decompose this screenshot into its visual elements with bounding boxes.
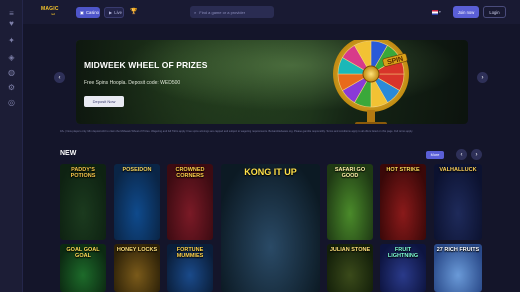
- game-title: HOT STRIKE: [386, 167, 420, 173]
- settings-icon[interactable]: ⚙: [6, 82, 17, 93]
- game-title: SAFARI GO GOOD: [334, 167, 366, 179]
- trophy-icon[interactable]: 🏆: [130, 8, 137, 15]
- game-title: FORTUNE MUMMIES: [176, 247, 204, 259]
- top-header: MAGIC red ▣ Casino ▶ Live 🏆 ⌕ Find a gam…: [23, 0, 520, 24]
- search-placeholder: Find a game or a provider: [199, 9, 246, 15]
- game-card[interactable]: POSEIDON: [114, 164, 160, 240]
- language-selector[interactable]: ▾: [432, 8, 444, 16]
- search-input[interactable]: ⌕ Find a game or a provider: [190, 6, 274, 18]
- section-title-new: NEW: [60, 150, 77, 157]
- game-card[interactable]: SAFARI GO GOOD: [327, 164, 373, 240]
- logo-subtext: red: [50, 12, 56, 16]
- search-icon: ⌕: [194, 9, 197, 15]
- gift-icon[interactable]: ✦: [6, 35, 17, 46]
- chat-icon[interactable]: ◍: [6, 67, 17, 78]
- game-title: FRUIT LIGHTNING: [387, 247, 419, 259]
- game-title: PADDY'S POTIONS: [70, 167, 96, 179]
- game-card[interactable]: GOAL GOAL GOAL: [60, 244, 106, 292]
- game-card[interactable]: VALHALLUCK: [434, 164, 482, 240]
- game-card[interactable]: 27 RICH FRUITS: [434, 244, 482, 292]
- chevron-right-icon: ›: [475, 151, 478, 158]
- games-next-button[interactable]: ›: [471, 149, 482, 160]
- site-logo[interactable]: MAGIC red: [41, 6, 65, 18]
- game-title: KONG IT UP: [244, 167, 297, 177]
- banner-next-button[interactable]: ›: [477, 72, 488, 83]
- games-prev-button[interactable]: ‹: [456, 149, 467, 160]
- banner-subtitle: Free Spins Hoopla. Deposit code: WED500: [84, 80, 181, 86]
- game-title: HONEY LOCKS: [116, 247, 158, 253]
- game-card[interactable]: HONEY LOCKS: [114, 244, 160, 292]
- game-title: VALHALLUCK: [439, 167, 477, 173]
- game-title: GOAL GOAL GOAL: [66, 247, 100, 259]
- chevron-down-icon: ▾: [439, 10, 441, 14]
- promo-banner[interactable]: MIDWEEK WHEEL OF PRIZES Free Spins Hoopl…: [76, 40, 468, 124]
- tab-live[interactable]: ▶ Live: [104, 7, 124, 18]
- game-title: CROWNED CORNERS: [175, 167, 205, 179]
- join-now-button[interactable]: Join now: [453, 6, 479, 18]
- left-rail: ≡ ♥ ✦ ◈ ◍ ⚙ ◎: [0, 0, 23, 292]
- banner-title: MIDWEEK WHEEL OF PRIZES: [84, 60, 208, 70]
- deposit-now-button[interactable]: Deposit Now: [84, 96, 124, 107]
- more-button[interactable]: More: [426, 151, 444, 159]
- heart-icon[interactable]: ♥: [6, 18, 17, 29]
- game-card[interactable]: KONG IT UP: [221, 164, 320, 292]
- banner-disclaimer: 18+ | New players only. Min deposit £10 …: [60, 130, 413, 133]
- chevron-left-icon: ‹: [58, 74, 61, 81]
- game-card[interactable]: FRUIT LIGHTNING: [380, 244, 426, 292]
- login-button[interactable]: Login: [483, 6, 506, 18]
- game-title: JULIAN STONE: [329, 247, 371, 253]
- game-title: POSEIDON: [122, 167, 152, 173]
- tab-casino[interactable]: ▣ Casino: [76, 7, 100, 18]
- flag-icon: [432, 9, 438, 15]
- game-card[interactable]: JULIAN STONE: [327, 244, 373, 292]
- game-card[interactable]: FORTUNE MUMMIES: [167, 244, 213, 292]
- support-icon[interactable]: ◎: [6, 97, 17, 108]
- tab-live-label: Live: [114, 10, 122, 15]
- tab-casino-label: Casino: [85, 10, 100, 15]
- banner-prev-button[interactable]: ‹: [54, 72, 65, 83]
- game-card[interactable]: HOT STRIKE: [380, 164, 426, 240]
- game-card[interactable]: PADDY'S POTIONS: [60, 164, 106, 240]
- promo-icon[interactable]: ◈: [6, 52, 17, 63]
- chevron-left-icon: ‹: [460, 151, 463, 158]
- game-card[interactable]: CROWNED CORNERS: [167, 164, 213, 240]
- live-icon: ▶: [109, 10, 113, 15]
- chevron-right-icon: ›: [481, 74, 484, 81]
- prize-wheel-image: SPIN: [333, 40, 409, 124]
- game-title: 27 RICH FRUITS: [436, 247, 480, 253]
- slot-icon: ▣: [80, 10, 84, 15]
